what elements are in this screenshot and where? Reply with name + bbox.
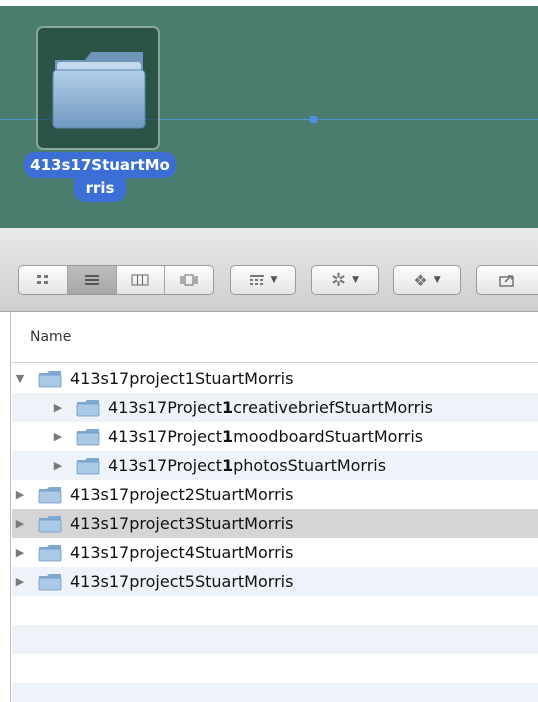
folder-icon — [76, 428, 100, 445]
disclosure-triangle-collapsed-icon[interactable]: ▶ — [12, 575, 28, 588]
view-switcher[interactable] — [18, 265, 214, 295]
list-item-selected[interactable]: ▶ 413s17project3StuartMorris — [12, 509, 538, 538]
list-item[interactable]: ▶ 413s17project4StuartMorris — [12, 538, 538, 567]
desktop-folder-name[interactable]: 413s17StuartMo rris — [6, 152, 194, 202]
item-name: 413s17project2StuartMorris — [70, 485, 294, 504]
share-icon — [498, 275, 514, 287]
finder-window: ▼ ✲ ▼ ❖ ▼ Name ▼ 413s17project1StuartMor… — [0, 228, 538, 702]
dropbox-button[interactable]: ❖ ▼ — [393, 265, 461, 295]
folder-icon — [38, 544, 62, 561]
disclosure-triangle-expanded-icon[interactable]: ▼ — [12, 372, 28, 385]
item-name: 413s17project3StuartMorris — [70, 514, 294, 533]
disclosure-triangle-collapsed-icon[interactable]: ▶ — [12, 488, 28, 501]
chevron-down-icon: ▼ — [433, 275, 441, 285]
disclosure-triangle-collapsed-icon[interactable]: ▶ — [50, 401, 66, 414]
item-name: 413s17project5StuartMorris — [70, 572, 294, 591]
disclosure-triangle-collapsed-icon[interactable]: ▶ — [12, 517, 28, 530]
column-header-label: Name — [30, 329, 72, 345]
item-name: 413s17project4StuartMorris — [70, 543, 294, 562]
list-view-button[interactable] — [67, 266, 117, 294]
arrange-button[interactable]: ▼ — [230, 265, 296, 295]
empty-row — [12, 683, 538, 702]
icon-view-icon — [36, 275, 48, 284]
folder-icon[interactable] — [51, 46, 147, 130]
desktop-folder-selection[interactable] — [36, 26, 160, 150]
folder-icon — [76, 399, 100, 416]
chevron-down-icon: ▼ — [270, 275, 278, 285]
list-item[interactable]: ▶ 413s17Project1creativebriefStuartMorri… — [12, 393, 538, 422]
desktop: 413s17StuartMo rris — [0, 0, 538, 228]
list-view-icon — [84, 275, 99, 285]
cover-flow-icon — [180, 274, 198, 286]
alignment-guide-handle — [310, 116, 317, 123]
finder-toolbar: ▼ ✲ ▼ ❖ ▼ — [0, 228, 538, 312]
disclosure-triangle-collapsed-icon[interactable]: ▶ — [50, 430, 66, 443]
gear-icon: ✲ — [330, 269, 347, 291]
disclosure-triangle-collapsed-icon[interactable]: ▶ — [12, 546, 28, 559]
folder-icon — [38, 370, 62, 387]
list-item[interactable]: ▶ 413s17project2StuartMorris — [12, 480, 538, 509]
item-name: 413s17Project1moodboardStuartMorris — [108, 427, 424, 446]
folder-name-line-2: rris — [73, 178, 127, 202]
file-list: ▼ 413s17project1StuartMorris ▶ 413s17Pro… — [12, 364, 538, 702]
item-name: 413s17Project1photosStuartMorris — [108, 456, 387, 475]
share-button[interactable] — [476, 265, 538, 295]
column-header-name[interactable]: Name — [12, 313, 538, 363]
column-view-icon — [131, 274, 149, 286]
window-left-edge — [0, 312, 11, 702]
folder-icon — [38, 515, 62, 532]
item-name: 413s17project1StuartMorris — [70, 369, 294, 388]
chevron-down-icon: ▼ — [352, 275, 359, 285]
list-item[interactable]: ▶ 413s17Project1moodboardStuartMorris — [12, 422, 538, 451]
cover-flow-button[interactable] — [165, 266, 213, 294]
list-item[interactable]: ▼ 413s17project1StuartMorris — [12, 364, 538, 393]
empty-row — [12, 596, 538, 625]
list-item[interactable]: ▶ 413s17Project1photosStuartMorris — [12, 451, 538, 480]
folder-name-line-1: 413s17StuartMo — [24, 152, 176, 178]
empty-row — [12, 654, 538, 683]
icon-view-button[interactable] — [19, 266, 68, 294]
dropbox-icon: ❖ — [413, 270, 428, 290]
disclosure-triangle-collapsed-icon[interactable]: ▶ — [50, 459, 66, 472]
folder-icon — [76, 457, 100, 474]
column-view-button[interactable] — [117, 266, 166, 294]
empty-row — [12, 625, 538, 654]
item-name: 413s17Project1creativebriefStuartMorris — [108, 398, 433, 417]
action-button[interactable]: ✲ ▼ — [311, 265, 379, 295]
folder-icon — [38, 486, 62, 503]
arrange-icon — [249, 275, 264, 285]
list-item[interactable]: ▶ 413s17project5StuartMorris — [12, 567, 538, 596]
folder-icon — [38, 573, 62, 590]
